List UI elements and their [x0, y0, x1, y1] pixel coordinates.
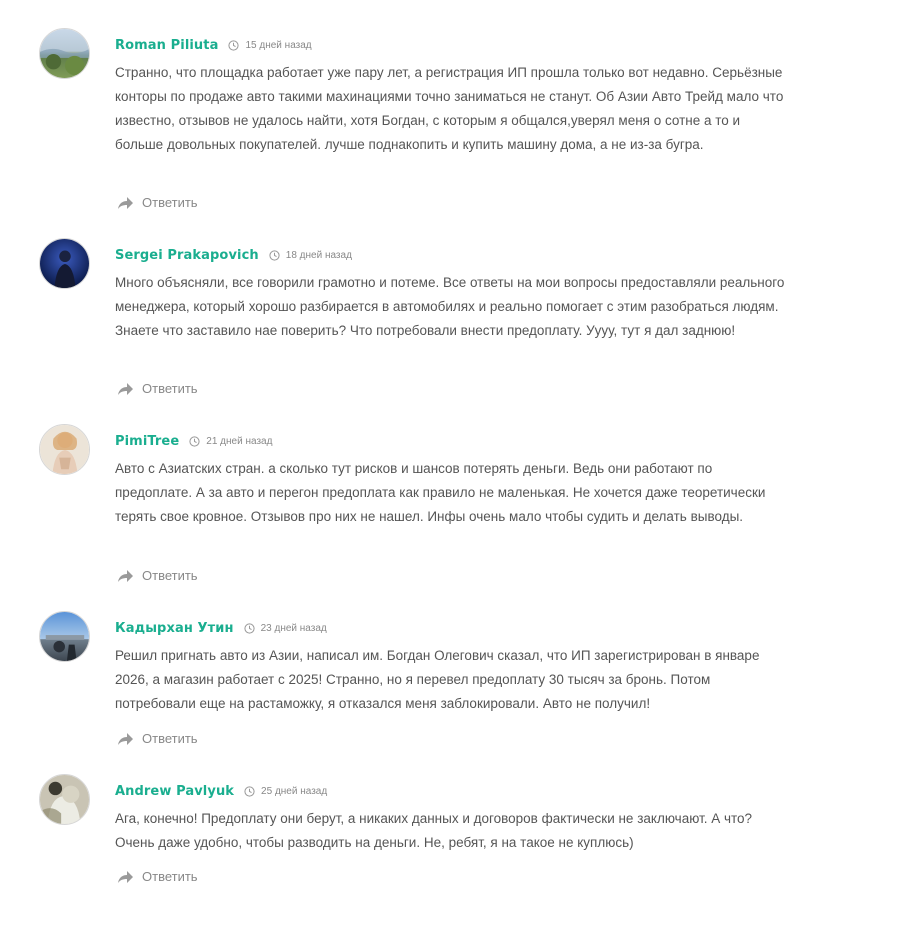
reply-button[interactable]: Ответить	[117, 731, 198, 746]
comment-author[interactable]: Roman Piliuta	[115, 38, 218, 53]
clock-icon	[243, 622, 255, 634]
comment-author[interactable]: Кадырхан Утин	[115, 621, 234, 636]
comments-list: Roman Piliuta 15 дней назад Странно, что…	[0, 0, 918, 950]
reply-label: Ответить	[142, 381, 198, 396]
reply-button[interactable]: Ответить	[117, 568, 198, 583]
comment-author[interactable]: PimiTree	[115, 434, 179, 449]
avatar-photo-icon	[40, 612, 89, 661]
reply-arrow-icon	[118, 569, 133, 582]
comment-item: Кадырхан Утин 23 дней назад Решил пригна…	[0, 611, 918, 761]
comment-author[interactable]: Andrew Pavlyuk	[115, 784, 234, 799]
comment-item: PimiTree 21 дней назад Авто с Азиатских …	[0, 424, 918, 594]
comment-meta: Andrew Pavlyuk 25 дней назад	[115, 782, 327, 800]
comment-item: Roman Piliuta 15 дней назад Странно, что…	[0, 28, 918, 218]
reply-label: Ответить	[142, 568, 198, 583]
clock-icon	[228, 39, 240, 51]
avatar-photo-icon	[40, 775, 89, 824]
reply-label: Ответить	[142, 195, 198, 210]
avatar[interactable]	[39, 611, 90, 662]
avatar[interactable]	[39, 238, 90, 289]
comment-meta: Roman Piliuta 15 дней назад	[115, 36, 312, 54]
comment-time: 18 дней назад	[269, 250, 352, 261]
avatar[interactable]	[39, 774, 90, 825]
comment-time: 21 дней назад	[189, 436, 272, 447]
comment-meta: Кадырхан Утин 23 дней назад	[115, 619, 327, 637]
reply-arrow-icon	[118, 732, 133, 745]
reply-button[interactable]: Ответить	[117, 381, 198, 396]
comment-text: Решил пригнать авто из Азии, написал им.…	[115, 648, 760, 711]
avatar-photo-icon	[40, 239, 89, 288]
comment-text: Много объясняли, все говорили грамотно и…	[115, 275, 785, 338]
clock-icon	[189, 435, 200, 447]
reply-label: Ответить	[142, 731, 198, 746]
reply-button[interactable]: Ответить	[117, 195, 198, 210]
reply-arrow-icon	[118, 870, 133, 883]
avatar[interactable]	[39, 424, 90, 475]
comment-time-text: 21 дней назад	[206, 435, 273, 447]
comment-time: 15 дней назад	[228, 39, 312, 51]
clock-icon	[244, 785, 255, 797]
reply-button[interactable]: Ответить	[117, 869, 198, 884]
comment-time: 25 дней назад	[244, 786, 327, 797]
comment-text: Ага, конечно! Предоплату они берут, а ни…	[115, 811, 753, 850]
comment-item: Andrew Pavlyuk 25 дней назад Ага, конечн…	[0, 774, 918, 904]
avatar-photo-icon	[40, 425, 89, 474]
comment-meta: Sergei Prakapovich 18 дней назад	[115, 246, 352, 264]
reply-arrow-icon	[118, 196, 133, 209]
clock-icon	[269, 249, 280, 261]
avatar-photo-icon	[40, 29, 89, 78]
comment-meta: PimiTree 21 дней назад	[115, 432, 272, 450]
comment-time: 23 дней назад	[243, 622, 327, 634]
comment-time-text: 25 дней назад	[261, 785, 328, 797]
comment-author[interactable]: Sergei Prakapovich	[115, 248, 259, 263]
comment-time-text: 23 дней назад	[260, 622, 327, 634]
comment-time-text: 15 дней назад	[245, 39, 312, 51]
comment-time-text: 18 дней назад	[285, 249, 352, 261]
comment-text: Авто с Азиатских стран. а сколько тут ри…	[115, 461, 766, 524]
reply-label: Ответить	[142, 869, 198, 884]
reply-arrow-icon	[118, 382, 133, 395]
avatar[interactable]	[39, 28, 90, 79]
comment-text: Странно, что площадка работает уже пару …	[115, 65, 784, 152]
comment-item: Sergei Prakapovich 18 дней назад Много о…	[0, 238, 918, 408]
